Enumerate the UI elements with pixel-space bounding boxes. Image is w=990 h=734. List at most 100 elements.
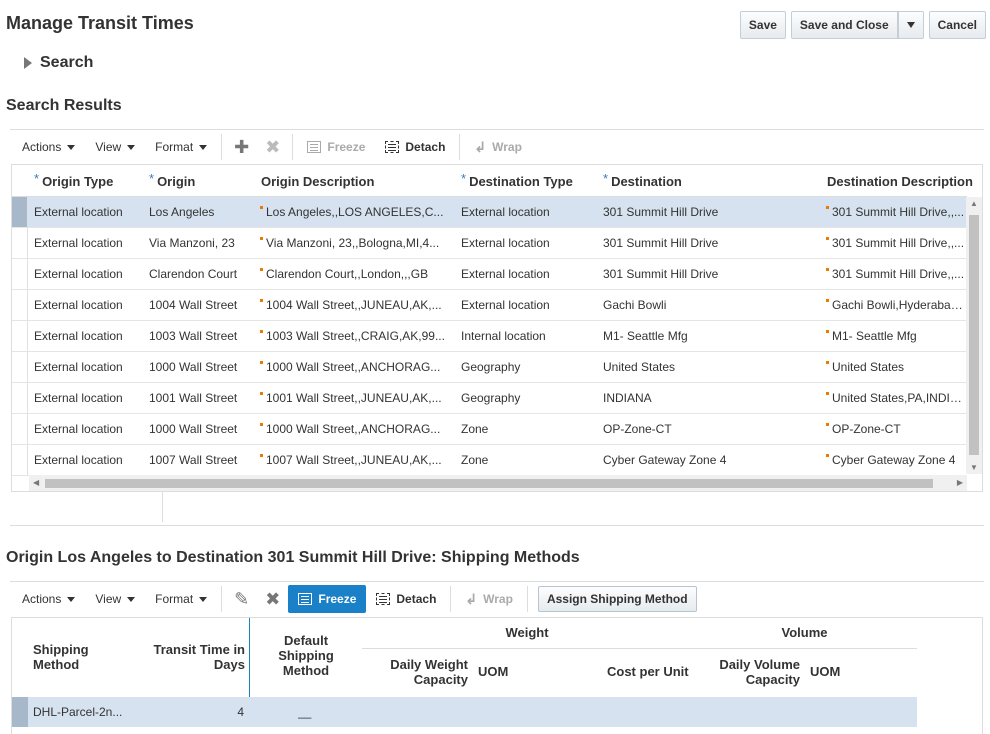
cell-text: Zone — [461, 453, 489, 467]
cell-text: 1003 Wall Street — [149, 329, 238, 343]
freeze-button[interactable]: Freeze — [297, 131, 375, 163]
origin-type-cell: External location — [34, 414, 144, 444]
origin-cell: 1004 Wall Street — [149, 290, 254, 320]
search-disclosure[interactable]: Search — [24, 54, 93, 72]
vertical-scrollbar[interactable]: ▲ ▼ — [966, 197, 982, 474]
table-row[interactable]: External location 1001 Wall Street 1001 Wa… — [12, 383, 967, 414]
origin-description-cell: Los Angeles,,LOS ANGELES,C... — [260, 197, 452, 227]
cell-text: Los Angeles — [149, 205, 215, 219]
origin-description-cell: 1003 Wall Street,,CRAIG,AK,99... — [260, 321, 452, 351]
column-header-weight-uom[interactable]: UOM — [478, 664, 508, 679]
column-header-default-method[interactable]: Default Shipping Method — [256, 633, 356, 678]
scroll-thumb[interactable] — [45, 479, 933, 488]
row-selector[interactable] — [12, 445, 28, 475]
origin-cell: 1000 Wall Street — [149, 414, 254, 444]
scroll-up-icon[interactable]: ▲ — [970, 199, 978, 208]
scroll-right-icon[interactable]: ▶ — [957, 478, 963, 487]
actions-menu[interactable]: Actions — [12, 131, 85, 163]
origin-description-cell: 1001 Wall Street,,JUNEAU,AK,... — [260, 383, 452, 413]
shipping-methods-title: Origin Los Angeles to Destination 301 Su… — [6, 549, 580, 566]
column-header-destination-type[interactable]: * Destination Type — [461, 165, 573, 197]
row-selector[interactable] — [12, 228, 28, 258]
scroll-thumb[interactable] — [969, 215, 979, 455]
edit-icon[interactable]: ✎ — [226, 583, 257, 615]
scroll-down-icon[interactable]: ▼ — [970, 463, 978, 472]
row-selector[interactable] — [12, 290, 28, 320]
column-header-origin[interactable]: * Origin — [149, 165, 195, 197]
cell-text: Geography — [461, 391, 521, 405]
column-header-daily-volume[interactable]: Daily Volume Capacity — [704, 657, 800, 687]
column-header-origin-description[interactable]: Origin Description — [261, 165, 374, 197]
results-toolbar: Actions View Format ✚ ✖ Freeze Detach ↲ W… — [12, 131, 532, 163]
scroll-left-icon[interactable]: ◀ — [33, 478, 39, 487]
column-divider — [162, 492, 163, 522]
row-selector[interactable] — [12, 259, 28, 289]
table-row[interactable]: External location Via Manzoni, 23 Via Manz… — [12, 228, 967, 259]
wrap-button[interactable]: ↲ Wrap — [455, 583, 523, 615]
destination-cell: Cyber Gateway Zone 4 — [603, 445, 818, 475]
delete-icon[interactable]: ✖ — [257, 583, 288, 615]
column-header-transit-time[interactable]: Transit Time in Days — [138, 642, 245, 672]
table-row[interactable]: External location 1007 Wall Street 1007 Wa… — [12, 445, 967, 476]
changed-indicator-icon — [826, 268, 829, 271]
view-menu[interactable]: View — [85, 583, 145, 615]
table-row[interactable]: External location 1004 Wall Street 1004 Wa… — [12, 290, 967, 321]
origin-type-cell: External location — [34, 290, 144, 320]
table-row[interactable]: External location Clarendon Court Clarendo… — [12, 259, 967, 290]
origin-cell: Los Angeles — [149, 197, 254, 227]
cell-text: M1- Seattle Mfg — [832, 329, 917, 343]
delete-icon[interactable]: ✖ — [257, 131, 288, 163]
row-selector[interactable] — [12, 352, 28, 382]
row-selector[interactable] — [12, 414, 28, 444]
view-menu[interactable]: View — [85, 131, 145, 163]
column-header-shipping-method[interactable]: Shipping Method — [33, 642, 123, 672]
save-menu-button[interactable] — [897, 11, 924, 39]
format-menu[interactable]: Format — [145, 131, 217, 163]
cell-text: External location — [461, 267, 550, 281]
detach-label: Detach — [396, 592, 437, 606]
cancel-button[interactable]: Cancel — [928, 11, 986, 39]
page-title: Manage Transit Times — [6, 13, 194, 33]
column-header-origin-type[interactable]: * Origin Type — [34, 165, 113, 197]
column-header-daily-weight[interactable]: Daily Weight Capacity — [372, 657, 468, 687]
destination-description-cell: M1- Seattle Mfg — [826, 321, 967, 351]
format-menu[interactable]: Format — [145, 583, 217, 615]
horizontal-scrollbar[interactable]: ◀ ▶ — [29, 475, 967, 491]
column-header-volume-uom[interactable]: UOM — [810, 664, 840, 679]
column-header-destination-description[interactable]: Destination Description — [827, 165, 973, 197]
changed-indicator-icon — [826, 237, 829, 240]
table-row[interactable]: External location Los Angeles Los Angeles,… — [12, 197, 967, 228]
row-selector[interactable] — [12, 697, 28, 727]
destination-cell: OP-Zone-CT — [603, 414, 818, 444]
freeze-button[interactable]: Freeze — [288, 585, 367, 613]
column-label: Origin Description — [261, 173, 375, 189]
changed-indicator-icon — [260, 361, 263, 364]
column-header-cost-per-unit[interactable]: Cost per Unit — [607, 664, 689, 679]
detach-button[interactable]: Detach — [366, 583, 446, 615]
save-and-close-button[interactable]: Save and Close — [790, 11, 898, 39]
row-selector[interactable] — [12, 321, 28, 351]
wrap-button[interactable]: ↲ Wrap — [464, 131, 532, 163]
cell-text: Gachi Bowli — [603, 298, 667, 312]
destination-cell: INDIANA — [603, 383, 818, 413]
detach-button[interactable]: Detach — [375, 131, 455, 163]
cell-text: External location — [461, 205, 550, 219]
cell-text: External location — [461, 298, 550, 312]
column-header-destination[interactable]: * Destination — [603, 165, 682, 197]
table-row[interactable]: External location 1000 Wall Street 1000 Wa… — [12, 352, 967, 383]
table-header: * Origin Type * Origin Origin Description … — [12, 165, 973, 197]
required-icon: * — [461, 170, 467, 186]
table-row[interactable]: External location 1000 Wall Street 1000 Wa… — [12, 414, 967, 445]
assign-shipping-method-button[interactable]: Assign Shipping Method — [537, 586, 697, 612]
save-button[interactable]: Save — [739, 11, 786, 39]
table-row[interactable]: External location 1003 Wall Street 1003 Wa… — [12, 321, 967, 352]
row-selector[interactable] — [12, 383, 28, 413]
actions-menu[interactable]: Actions — [12, 583, 85, 615]
table-row[interactable]: DHL-Parcel-2n... 4 __ — [12, 697, 917, 727]
add-icon[interactable]: ✚ — [226, 131, 257, 163]
row-selector[interactable] — [12, 197, 28, 227]
destination-description-cell: United States — [826, 352, 967, 382]
shipping-method-cell: DHL-Parcel-2n... — [33, 705, 123, 719]
destination-type-cell: Geography — [461, 383, 596, 413]
cell-text: 301 Summit Hill Drive — [603, 236, 719, 250]
